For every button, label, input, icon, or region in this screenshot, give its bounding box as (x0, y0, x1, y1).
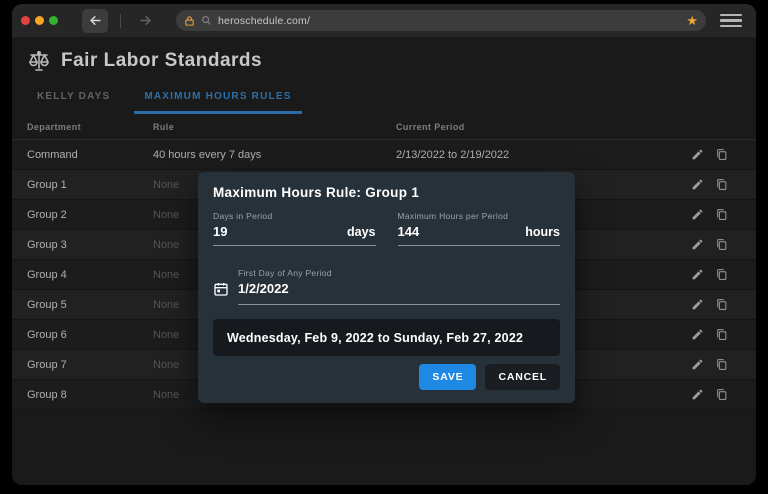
menu-bar (720, 25, 742, 28)
forward-button[interactable] (132, 9, 158, 33)
copy-icon (715, 388, 728, 401)
copy-icon (715, 208, 728, 221)
copy-button[interactable] (714, 388, 728, 402)
copy-button[interactable] (714, 148, 728, 162)
tab-bar: KELLY DAYS MAXIMUM HOURS RULES (12, 79, 756, 114)
copy-button[interactable] (714, 208, 728, 222)
forward-arrow-icon (138, 13, 153, 28)
menu-bar (720, 14, 742, 17)
bookmark-star-icon[interactable]: ★ (686, 14, 698, 27)
copy-button[interactable] (714, 358, 728, 372)
url-text: heroschedule.com/ (218, 15, 686, 27)
edit-button[interactable] (690, 238, 704, 252)
copy-icon (715, 298, 728, 311)
cancel-button[interactable]: CANCEL (485, 364, 560, 390)
tab-maximum-hours-rules[interactable]: MAXIMUM HOURS RULES (134, 87, 301, 114)
maximize-window-button[interactable] (49, 16, 58, 25)
first-day-label: First Day of Any Period (238, 268, 560, 278)
menu-bar (720, 19, 742, 22)
page-title: Fair Labor Standards (61, 50, 262, 72)
rule-cell: 40 hours every 7 days (153, 149, 396, 161)
dialog-footer: SAVE CANCEL (213, 364, 560, 390)
department-cell: Group 1 (12, 179, 153, 191)
toolbar-divider (120, 14, 121, 28)
pencil-icon (691, 148, 704, 161)
search-icon (201, 15, 212, 26)
pencil-icon (691, 298, 704, 311)
edit-button[interactable] (690, 388, 704, 402)
edit-button[interactable] (690, 208, 704, 222)
pencil-icon (691, 358, 704, 371)
copy-icon (715, 358, 728, 371)
department-cell: Group 7 (12, 359, 153, 371)
column-department: Department (12, 122, 153, 132)
department-cell: Group 4 (12, 269, 153, 281)
days-in-period-label: Days in Period (213, 211, 376, 221)
minimize-window-button[interactable] (35, 16, 44, 25)
current-period-cell: 2/13/2022 to 2/19/2022 (396, 149, 690, 161)
lock-icon (184, 15, 195, 27)
dialog-title: Maximum Hours Rule: Group 1 (213, 185, 560, 200)
pencil-icon (691, 328, 704, 341)
period-summary: Wednesday, Feb 9, 2022 to Sunday, Feb 27… (213, 319, 560, 356)
copy-icon (715, 268, 728, 281)
days-in-period-value[interactable]: 19 (213, 224, 227, 239)
scales-icon (27, 49, 51, 73)
copy-button[interactable] (714, 328, 728, 342)
department-cell: Command (12, 149, 153, 161)
save-button[interactable]: SAVE (419, 364, 476, 390)
copy-button[interactable] (714, 268, 728, 282)
column-rule: Rule (153, 122, 396, 132)
days-suffix: days (347, 225, 376, 239)
table-header: Department Rule Current Period (12, 114, 756, 140)
edit-button[interactable] (690, 268, 704, 282)
edit-button[interactable] (690, 328, 704, 342)
pencil-icon (691, 388, 704, 401)
back-button[interactable] (82, 9, 108, 33)
tab-kelly-days[interactable]: KELLY DAYS (27, 87, 120, 114)
hours-suffix: hours (525, 225, 560, 239)
department-cell: Group 8 (12, 389, 153, 401)
edit-button[interactable] (690, 298, 704, 312)
edit-button[interactable] (690, 358, 704, 372)
pencil-icon (691, 208, 704, 221)
copy-icon (715, 328, 728, 341)
screen: heroschedule.com/ ★ Fair Labor Standards (0, 0, 768, 494)
first-day-value[interactable]: 1/2/2022 (238, 281, 289, 296)
menu-button[interactable] (720, 14, 742, 28)
browser-toolbar: heroschedule.com/ ★ (12, 4, 756, 37)
department-cell: Group 5 (12, 299, 153, 311)
back-arrow-icon (88, 13, 103, 28)
department-cell: Group 6 (12, 329, 153, 341)
address-bar[interactable]: heroschedule.com/ ★ (176, 10, 706, 31)
first-day-field[interactable]: First Day of Any Period 1/2/2022 (213, 268, 560, 305)
copy-button[interactable] (714, 238, 728, 252)
calendar-icon (213, 281, 229, 297)
max-hours-rule-dialog: Maximum Hours Rule: Group 1 Days in Peri… (198, 172, 575, 403)
max-hours-value[interactable]: 144 (398, 224, 420, 239)
edit-button[interactable] (690, 148, 704, 162)
copy-button[interactable] (714, 178, 728, 192)
pencil-icon (691, 238, 704, 251)
traffic-lights (21, 16, 58, 25)
browser-window: heroschedule.com/ ★ Fair Labor Standards (12, 4, 756, 485)
copy-icon (715, 148, 728, 161)
close-window-button[interactable] (21, 16, 30, 25)
copy-icon (715, 238, 728, 251)
pencil-icon (691, 268, 704, 281)
pencil-icon (691, 178, 704, 191)
copy-button[interactable] (714, 298, 728, 312)
department-cell: Group 2 (12, 209, 153, 221)
table-row-command: Command 40 hours every 7 days 2/13/2022 … (12, 140, 756, 170)
max-hours-field[interactable]: Maximum Hours per Period 144 hours (398, 211, 561, 246)
edit-button[interactable] (690, 178, 704, 192)
max-hours-label: Maximum Hours per Period (398, 211, 561, 221)
column-current-period: Current Period (396, 122, 690, 132)
department-cell: Group 3 (12, 239, 153, 251)
copy-icon (715, 178, 728, 191)
days-in-period-field[interactable]: Days in Period 19 days (213, 211, 376, 246)
page-header: Fair Labor Standards (12, 37, 756, 79)
